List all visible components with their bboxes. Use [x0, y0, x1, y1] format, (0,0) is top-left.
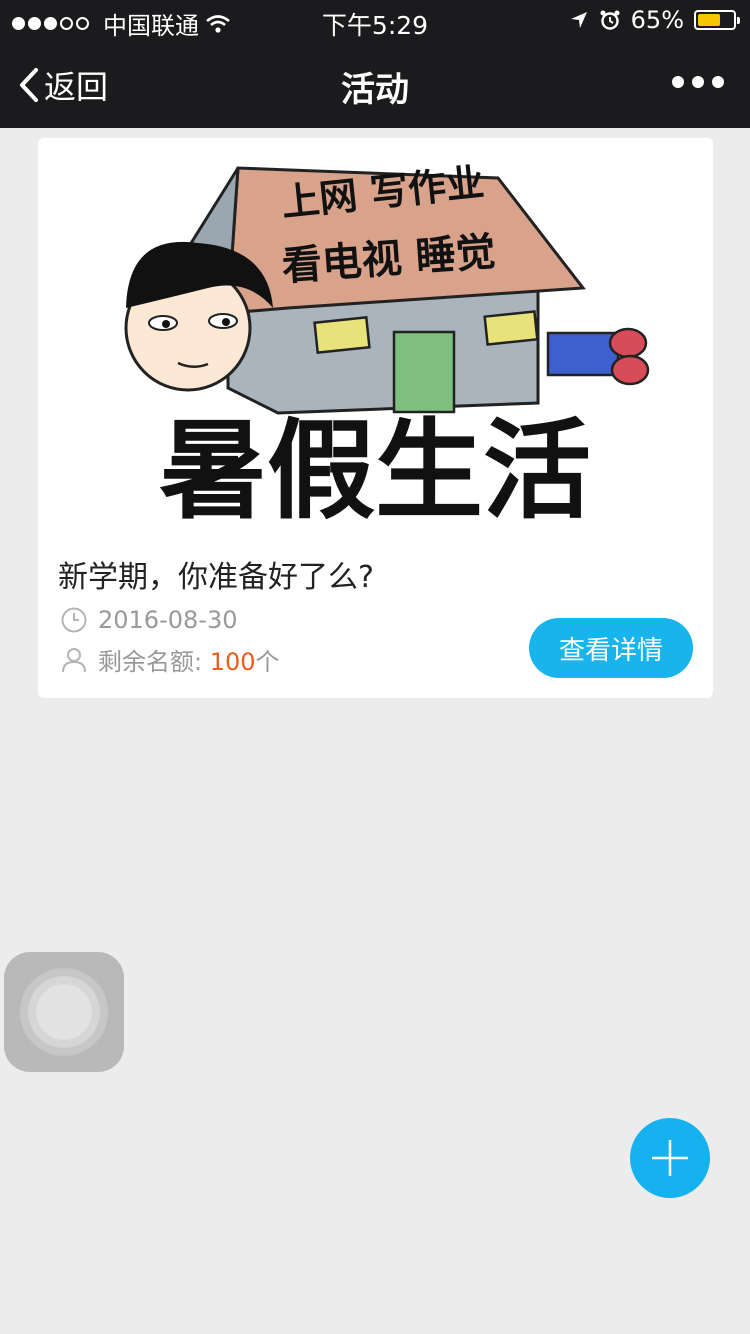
location-arrow-icon: [570, 12, 587, 28]
add-activity-button[interactable]: [630, 1118, 710, 1198]
alarm-clock-icon: [600, 10, 620, 30]
quota-value: 100: [209, 648, 256, 676]
activity-quota-row: 剩余名额: 100个: [60, 642, 280, 677]
status-bar: 中国联通 下午5:29 65%: [0, 0, 750, 40]
quota-unit: 个: [255, 648, 280, 676]
top-bar: 中国联通 下午5:29 65% 返回 活动: [0, 0, 750, 128]
more-icon[interactable]: [672, 76, 724, 88]
assistive-touch-icon[interactable]: [4, 952, 124, 1072]
view-details-button[interactable]: 查看详情: [529, 618, 693, 678]
navigation-bar: 返回 活动: [0, 40, 750, 128]
user-icon: [62, 647, 86, 672]
screen: 中国联通 下午5:29 65% 返回 活动 上网 写作业 看电视 睡觉 暑假生活…: [0, 0, 750, 1334]
page-title: 活动: [341, 70, 409, 110]
clock-icon: [61, 607, 87, 633]
plus-icon: [652, 1140, 688, 1176]
activity-title: 新学期，你准备好了么?: [58, 560, 374, 595]
battery-percent: 65%: [630, 6, 684, 34]
activity-date: 2016-08-30: [98, 606, 238, 634]
activity-date-row: 2016-08-30: [60, 606, 237, 634]
banner-headline: 暑假生活: [159, 409, 591, 533]
quota-label: 剩余名额:: [98, 648, 210, 676]
activity-card[interactable]: 上网 写作业 看电视 睡觉 暑假生活 新学期，你准备好了么? 2016-08-3…: [38, 138, 713, 698]
status-right: 65%: [569, 6, 740, 34]
battery-icon: [694, 10, 740, 30]
summer-vacation-banner-image: 上网 写作业 看电视 睡觉 暑假生活: [38, 138, 713, 533]
